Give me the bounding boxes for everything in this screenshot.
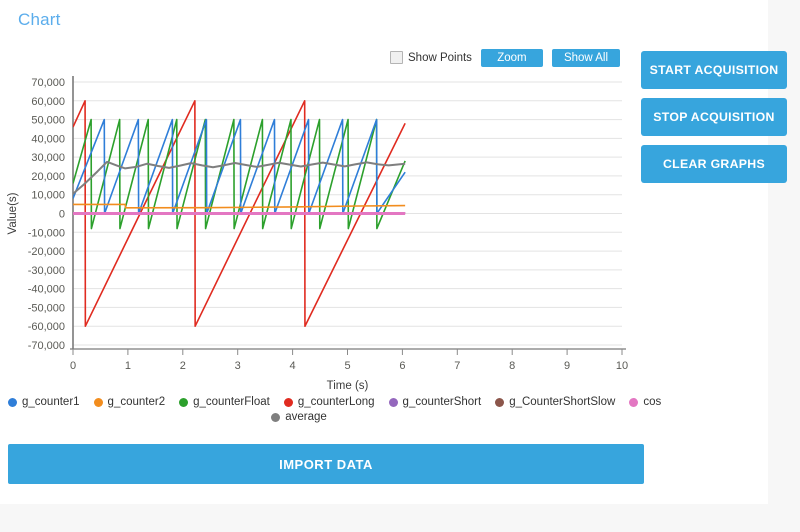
x-tick-label: 4 bbox=[290, 360, 296, 372]
legend-label: g_counterShort bbox=[402, 396, 482, 408]
legend-label: average bbox=[285, 411, 327, 423]
x-tick-label: 2 bbox=[180, 360, 186, 372]
y-tick-label: -50,000 bbox=[28, 302, 65, 314]
y-tick-label: -20,000 bbox=[28, 246, 65, 258]
legend-color-swatch bbox=[388, 397, 398, 407]
y-axis-title: Value(s) bbox=[7, 192, 19, 234]
page-title: Chart bbox=[18, 10, 61, 29]
legend-color-swatch bbox=[179, 397, 189, 407]
legend-label: g_CounterShortSlow bbox=[509, 396, 616, 408]
legend-color-swatch bbox=[271, 412, 281, 422]
legend-item-average[interactable]: average bbox=[271, 411, 327, 423]
clear-graphs-button[interactable]: CLEAR GRAPHS bbox=[641, 145, 787, 183]
stop-acquisition-button[interactable]: STOP ACQUISITION bbox=[641, 98, 787, 136]
y-tick-label: 0 bbox=[59, 209, 65, 221]
y-tick-label: 30,000 bbox=[31, 152, 65, 164]
start-acquisition-button[interactable]: START ACQUISITION bbox=[641, 51, 787, 89]
legend-item-g_counterLong[interactable]: g_counterLong bbox=[283, 396, 375, 408]
legend-color-swatch bbox=[495, 397, 505, 407]
legend-color-swatch bbox=[283, 397, 293, 407]
x-tick-label: 6 bbox=[399, 360, 405, 372]
chart-card: Chart Show Points Zoom Show All START AC… bbox=[0, 0, 787, 504]
y-tick-label: 10,000 bbox=[31, 190, 65, 202]
legend-item-g_counterShort[interactable]: g_counterShort bbox=[388, 396, 482, 408]
x-tick-label: 9 bbox=[564, 360, 570, 372]
y-tick-label: 60,000 bbox=[31, 96, 65, 108]
x-tick-label: 3 bbox=[235, 360, 241, 372]
x-tick-label: 7 bbox=[454, 360, 460, 372]
legend-item-g_CounterShortSlow[interactable]: g_CounterShortSlow bbox=[495, 396, 615, 408]
x-tick-label: 8 bbox=[509, 360, 515, 372]
y-tick-label: -40,000 bbox=[28, 284, 65, 296]
y-tick-label: -10,000 bbox=[28, 227, 65, 239]
legend-color-swatch bbox=[93, 397, 103, 407]
x-axis-title: Time (s) bbox=[327, 380, 369, 392]
y-tick-label: 70,000 bbox=[31, 77, 65, 89]
y-tick-label: -70,000 bbox=[28, 340, 65, 352]
x-tick-label: 5 bbox=[344, 360, 350, 372]
legend-label: g_counterLong bbox=[297, 396, 375, 408]
x-tick-label: 0 bbox=[70, 360, 76, 372]
legend-label: g_counter1 bbox=[22, 396, 80, 408]
legend-item-g_counter1[interactable]: g_counter1 bbox=[8, 396, 80, 408]
series-line-g_counter2 bbox=[73, 203, 406, 209]
app-root: Chart Show Points Zoom Show All START AC… bbox=[0, 0, 800, 532]
legend-item-cos[interactable]: cos bbox=[629, 396, 661, 408]
legend-label: cos bbox=[643, 396, 662, 408]
legend-item-g_counterFloat[interactable]: g_counterFloat bbox=[179, 396, 270, 408]
chart-canvas[interactable]: 70,000 60,000 50,000 40,000 30,000 20,000 10,0… bbox=[0, 62, 640, 392]
legend-row: average bbox=[0, 411, 652, 423]
legend-color-swatch bbox=[8, 397, 17, 407]
y-tick-label: 40,000 bbox=[31, 133, 65, 145]
y-tick-label: 20,000 bbox=[31, 171, 65, 183]
y-tick-label: -60,000 bbox=[28, 321, 65, 333]
legend-color-swatch bbox=[629, 397, 639, 407]
import-data-button[interactable]: IMPORT DATA bbox=[8, 444, 644, 484]
legend-item-g_counter2[interactable]: g_counter2 bbox=[93, 396, 166, 408]
acquisition-actions: START ACQUISITION STOP ACQUISITION CLEAR… bbox=[641, 51, 787, 183]
y-tick-label: 50,000 bbox=[31, 115, 65, 127]
y-tick-label: -30,000 bbox=[28, 265, 65, 277]
chart-legend: g_counter1 g_counter2 g_counterFloat g_coun… bbox=[0, 396, 661, 423]
legend-row: g_counter1 g_counter2 g_counterFloat g_coun… bbox=[0, 396, 675, 408]
x-tick-label: 1 bbox=[125, 360, 131, 372]
legend-label: g_counterFloat bbox=[193, 396, 270, 408]
chart-plot[interactable]: 70,000 60,000 50,000 40,000 30,000 20,000 10,0… bbox=[0, 62, 640, 392]
legend-label: g_counter2 bbox=[107, 396, 166, 408]
x-tick-label: 10 bbox=[616, 360, 628, 372]
